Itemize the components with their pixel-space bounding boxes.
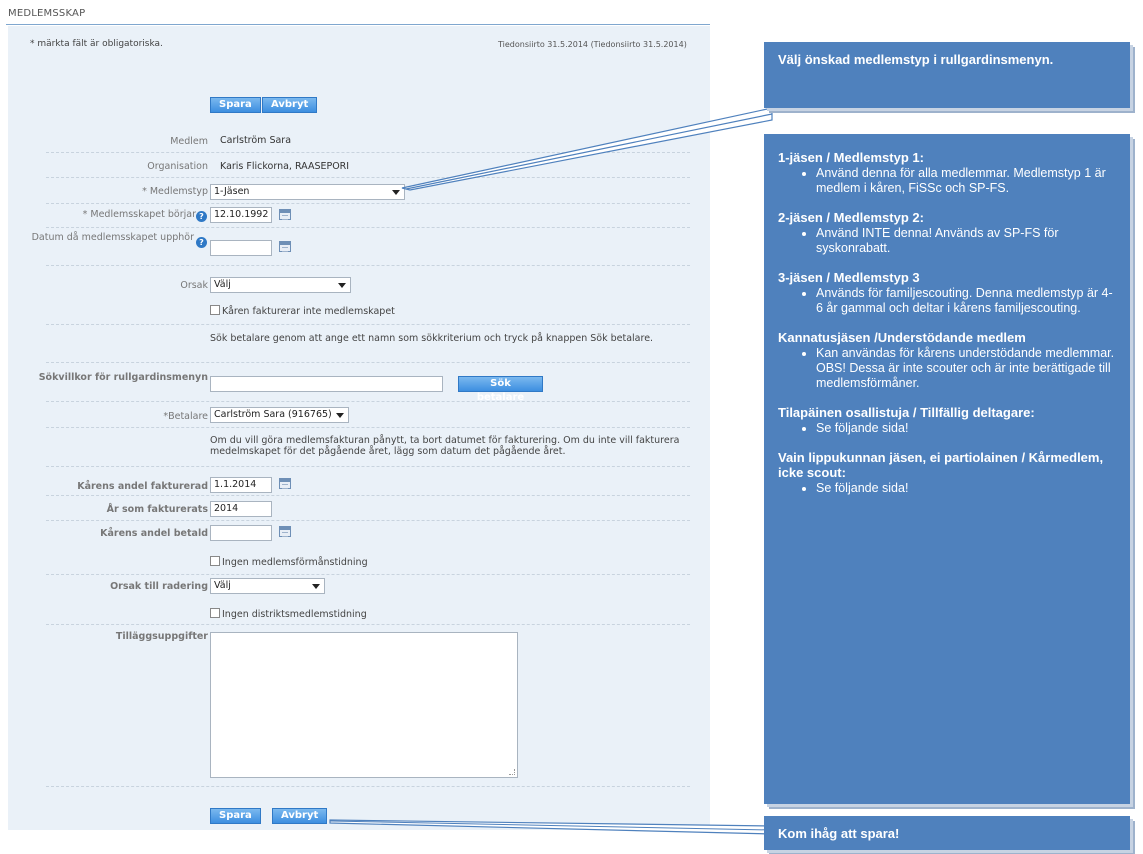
reason-label: Orsak xyxy=(180,280,208,291)
help-icon[interactable]: ? xyxy=(196,211,207,222)
divider xyxy=(46,324,690,325)
section-item: Använd INTE denna! Används av SP-FS för … xyxy=(816,226,1116,256)
paid-date-input[interactable] xyxy=(210,525,272,541)
reason-select[interactable]: Välj xyxy=(210,277,351,293)
invoiced-date-input[interactable]: 1.1.2014 xyxy=(210,477,272,493)
member-label: Medlem xyxy=(170,136,208,147)
start-label: * Medlemsskapet börjar xyxy=(82,209,196,220)
cancel-button-bottom[interactable]: Avbryt xyxy=(272,808,328,824)
no-invoice-checkbox[interactable] xyxy=(210,305,220,315)
end-label: Datum då medlemsskapet upphör xyxy=(31,232,194,243)
delete-reason-label: Orsak till radering xyxy=(110,581,208,592)
organisation-value: Karis Flickorna, RAASEPORI xyxy=(220,161,350,172)
divider xyxy=(46,495,690,496)
cancel-button-top[interactable]: Avbryt xyxy=(262,97,318,113)
section-membertype-3: 3-jäsen / Medlemstyp 3 Används för famil… xyxy=(778,270,1116,316)
paid-label: Kårens andel betald xyxy=(100,528,208,539)
organisation-label: Organisation xyxy=(147,161,208,172)
section-membertype-1: 1-jäsen / Medlemstyp 1: Använd denna för… xyxy=(778,150,1116,196)
section-item: Kan användas för kårens understödande me… xyxy=(816,346,1116,391)
section-item: Använd denna för alla medlemmar. Medlems… xyxy=(816,166,1116,196)
section-item: Se följande sida! xyxy=(816,481,1116,496)
delete-reason-value: Välj xyxy=(214,580,231,591)
divider xyxy=(46,265,690,266)
chevron-down-icon xyxy=(338,283,346,288)
section-heading: Tilapäinen osallistuja / Tillfällig delt… xyxy=(778,405,1035,420)
section-heading: 2-jäsen / Medlemstyp 2: xyxy=(778,210,924,225)
divider xyxy=(46,466,690,467)
section-supporting-member: Kannatusjäsen /Understödande medlem Kan … xyxy=(778,330,1116,391)
end-date-input[interactable] xyxy=(210,240,272,256)
invoice-info: Om du vill göra medlemsfakturan pånytt, … xyxy=(210,435,680,457)
callout-remember-save-text: Kom ihåg att spara! xyxy=(778,826,900,841)
payer-select[interactable]: Carlström Sara (916765) xyxy=(210,407,349,423)
transfer-note: Tiedonsiirto 31.5.2014 (Tiedonsiirto 31.… xyxy=(498,40,687,49)
search-payer-button[interactable]: Sök betalare xyxy=(458,376,543,403)
page-title: MEDLEMSSKAP xyxy=(8,8,86,19)
chevron-down-icon xyxy=(312,584,320,589)
divider xyxy=(46,574,690,575)
divider xyxy=(46,427,690,428)
no-district-mag-checkbox[interactable] xyxy=(210,608,220,618)
calendar-icon[interactable] xyxy=(279,209,291,220)
callout-membertype-text: Välj önskad medlemstyp i rullgardinsmeny… xyxy=(778,52,1054,67)
calendar-icon[interactable] xyxy=(279,241,291,252)
calendar-icon[interactable] xyxy=(279,478,291,489)
section-item: Se följande sida! xyxy=(816,421,1116,436)
divider xyxy=(46,786,690,787)
callout-membertype: Välj önskad medlemstyp i rullgardinsmeny… xyxy=(764,42,1130,108)
section-heading: Kannatusjäsen /Understödande medlem xyxy=(778,330,1026,345)
divider xyxy=(46,203,690,204)
membership-form: * märkta fält är obligatoriska. Tiedonsi… xyxy=(8,26,710,830)
divider xyxy=(46,362,690,363)
extra-textarea[interactable] xyxy=(210,632,518,778)
year-label: År som fakturerats xyxy=(106,504,208,515)
resize-handle[interactable] xyxy=(509,769,515,775)
search-info: Sök betalare genom att ange ett namn som… xyxy=(210,333,654,344)
save-button-top[interactable]: Spara xyxy=(210,97,261,113)
divider xyxy=(46,520,690,521)
divider xyxy=(46,227,690,228)
section-heading: 1-jäsen / Medlemstyp 1: xyxy=(778,150,924,165)
no-district-mag-label: Ingen distriktsmedlemstidning xyxy=(222,609,367,620)
no-invoice-label: Kåren fakturerar inte medlemskapet xyxy=(222,306,395,317)
section-heading: Vain lippukunnan jäsen, ei partiolainen … xyxy=(778,450,1104,480)
divider xyxy=(46,152,690,153)
chevron-down-icon xyxy=(336,413,344,418)
payer-label: *Betalare xyxy=(163,411,208,422)
divider xyxy=(46,624,690,625)
help-icon[interactable]: ? xyxy=(196,237,207,248)
reason-value: Välj xyxy=(214,279,231,290)
membertype-value: 1-Jäsen xyxy=(214,186,250,197)
callout-remember-save: Kom ihåg att spara! xyxy=(764,816,1130,850)
section-group-member: Vain lippukunnan jäsen, ei partiolainen … xyxy=(778,450,1116,496)
membertype-label: * Medlemstyp xyxy=(142,186,208,197)
section-temporary-participant: Tilapäinen osallistuja / Tillfällig delt… xyxy=(778,405,1116,436)
extra-label: Tilläggsuppgifter xyxy=(115,631,208,642)
membertype-select[interactable]: 1-Jäsen xyxy=(210,184,405,200)
member-value: Carlström Sara xyxy=(220,135,292,146)
payer-value: Carlström Sara (916765) xyxy=(214,409,332,420)
section-membertype-2: 2-jäsen / Medlemstyp 2: Använd INTE denn… xyxy=(778,210,1116,256)
chevron-down-icon xyxy=(392,190,400,195)
invoiced-label: Kårens andel fakturerad xyxy=(77,481,208,492)
section-heading: 3-jäsen / Medlemstyp 3 xyxy=(778,270,920,285)
search-label: Sökvillkor för rullgardinsmenyn xyxy=(38,372,208,383)
save-button-bottom[interactable]: Spara xyxy=(210,808,261,824)
no-benefit-mag-label: Ingen medlemsförmånstidning xyxy=(222,557,368,568)
section-item: Används för familjescouting. Denna medle… xyxy=(816,286,1116,316)
divider xyxy=(46,401,690,402)
title-divider xyxy=(6,24,710,25)
year-input[interactable]: 2014 xyxy=(210,501,272,517)
divider xyxy=(46,177,690,178)
callout-membertypes-info: 1-jäsen / Medlemstyp 1: Använd denna för… xyxy=(764,134,1130,804)
no-benefit-mag-checkbox[interactable] xyxy=(210,556,220,566)
delete-reason-select[interactable]: Välj xyxy=(210,578,325,594)
calendar-icon[interactable] xyxy=(279,526,291,537)
start-date-input[interactable]: 12.10.1992 xyxy=(210,207,272,223)
search-input[interactable] xyxy=(210,376,443,392)
required-note: * märkta fält är obligatoriska. xyxy=(30,39,163,49)
